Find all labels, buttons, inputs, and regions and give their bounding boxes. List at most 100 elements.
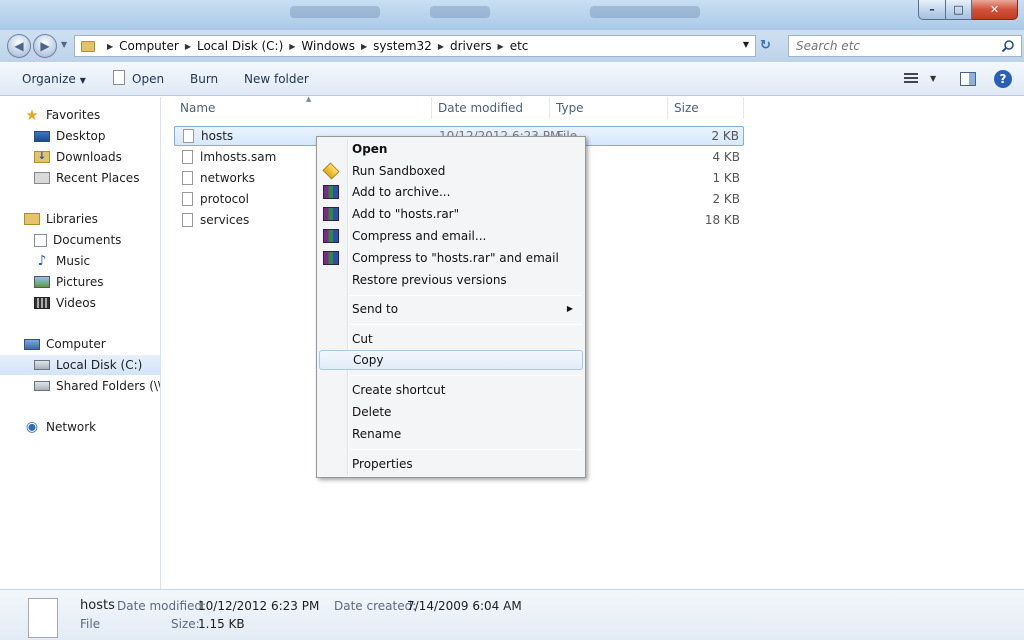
search-input[interactable] <box>796 39 986 53</box>
open-button[interactable]: Open <box>132 72 164 86</box>
file-name: networks <box>200 171 255 185</box>
nav-computer[interactable]: Computer <box>0 334 160 354</box>
chevron-right-icon[interactable]: ▶ <box>185 42 191 51</box>
address-dropdown-icon[interactable]: ▼ <box>743 40 749 49</box>
details-size-label: Size: <box>171 617 200 631</box>
menu-item-delete[interactable]: Delete <box>319 402 583 422</box>
search-box[interactable] <box>788 35 1022 57</box>
open-file-icon <box>113 70 125 85</box>
details-date-created: 7/14/2009 6:04 AM <box>407 599 522 613</box>
nav-local-disk[interactable]: Local Disk (C:) <box>0 355 160 375</box>
window-controls: – □ ✕ <box>918 0 1018 20</box>
nav-label: Desktop <box>56 129 106 143</box>
nav-shared-folders[interactable]: Shared Folders (\\vn <box>0 376 160 396</box>
chevron-right-icon[interactable]: ▶ <box>289 42 295 51</box>
breadcrumb-local-disk[interactable]: Local Disk (C:) <box>197 39 283 53</box>
details-file-type: File <box>80 617 101 631</box>
chevron-down-icon: ▼ <box>79 76 86 85</box>
change-view-button[interactable]: ▼ <box>904 73 936 83</box>
nav-label: Favorites <box>46 108 101 122</box>
nav-music[interactable]: ♪ Music <box>0 251 160 271</box>
winrar-icon <box>323 251 339 265</box>
menu-separator <box>350 449 582 450</box>
nav-recent-places[interactable]: Recent Places <box>0 168 160 188</box>
chevron-right-icon[interactable]: ▶ <box>438 42 444 51</box>
new-folder-button[interactable]: New folder <box>244 72 309 86</box>
nav-libraries[interactable]: Libraries <box>0 209 160 229</box>
column-header-type[interactable]: Type <box>550 97 668 119</box>
file-list: Name ▲ Date modified Type Size hosts 10/… <box>162 95 1024 589</box>
nav-favorites[interactable]: ★ Favorites <box>0 105 160 125</box>
desktop-icon <box>34 130 50 142</box>
menu-item-add-to-rar[interactable]: Add to "hosts.rar" <box>319 204 583 224</box>
menu-item-properties[interactable]: Properties <box>319 454 583 474</box>
menu-label: Properties <box>352 457 413 471</box>
nav-label: Computer <box>46 337 106 351</box>
chevron-right-icon[interactable]: ▶ <box>361 42 367 51</box>
help-icon[interactable]: ? <box>994 70 1012 88</box>
file-name: services <box>200 213 250 227</box>
menu-item-run-sandboxed[interactable]: Run Sandboxed <box>319 161 583 181</box>
sandbox-icon <box>322 162 340 180</box>
nav-label: Shared Folders (\\vn <box>56 379 160 393</box>
command-bar: Organize ▼ Open Burn New folder ▼ ? <box>0 62 1024 96</box>
file-size: 4 KB <box>712 150 740 164</box>
menu-item-add-to-archive[interactable]: Add to archive... <box>319 182 583 202</box>
breadcrumb-computer[interactable]: Computer <box>119 39 179 53</box>
search-icon[interactable] <box>1001 39 1015 53</box>
recent-pages-dropdown[interactable]: ▼ <box>61 40 67 49</box>
minimize-button[interactable]: – <box>918 0 946 20</box>
column-header-date-modified[interactable]: Date modified <box>432 97 550 119</box>
film-strip-icon <box>34 297 50 309</box>
folder-icon <box>81 40 95 52</box>
menu-label: Create shortcut <box>352 383 446 397</box>
breadcrumb-drivers[interactable]: drivers <box>450 39 492 53</box>
refresh-icon[interactable]: ↻ <box>760 38 778 54</box>
menu-item-cut[interactable]: Cut <box>319 329 583 349</box>
chevron-right-icon[interactable]: ▶ <box>107 42 113 51</box>
burn-button[interactable]: Burn <box>190 72 218 86</box>
nav-videos[interactable]: Videos <box>0 293 160 313</box>
column-header-name[interactable]: Name ▲ <box>174 95 432 119</box>
menu-item-send-to[interactable]: Send to ▶ <box>319 299 583 319</box>
breadcrumb-windows[interactable]: Windows <box>301 39 355 53</box>
close-icon: ✕ <box>989 3 1000 16</box>
column-label: Date modified <box>438 101 524 115</box>
nav-downloads[interactable]: Downloads <box>0 147 160 167</box>
nav-label: Local Disk (C:) <box>56 358 143 372</box>
menu-item-open[interactable]: Open <box>319 139 583 159</box>
breadcrumb-etc[interactable]: etc <box>510 39 529 53</box>
details-date-modified: 10/12/2012 6:23 PM <box>198 599 320 613</box>
hard-disk-icon <box>34 360 50 370</box>
menu-item-rename[interactable]: Rename <box>319 424 583 444</box>
nav-pictures[interactable]: Pictures <box>0 272 160 292</box>
menu-label: Restore previous versions <box>352 273 507 287</box>
menu-label: Run Sandboxed <box>352 164 446 178</box>
file-name: protocol <box>200 192 249 206</box>
details-size: 1.15 KB <box>198 617 245 631</box>
file-icon <box>182 213 193 227</box>
breadcrumb-system32[interactable]: system32 <box>373 39 432 53</box>
forward-button[interactable]: ▶ <box>33 34 57 58</box>
nav-documents[interactable]: Documents <box>0 230 160 250</box>
menu-label: Rename <box>352 427 402 441</box>
address-bar[interactable]: ▶ Computer ▶ Local Disk (C:) ▶ Windows ▶… <box>74 35 756 57</box>
menu-item-restore-previous[interactable]: Restore previous versions <box>319 270 583 290</box>
menu-item-compress-rar-email[interactable]: Compress to "hosts.rar" and email <box>319 248 583 268</box>
maximize-button[interactable]: □ <box>946 0 972 20</box>
chevron-down-icon: ▼ <box>930 73 937 83</box>
submenu-arrow-icon: ▶ <box>566 304 573 313</box>
organize-button[interactable]: Organize ▼ <box>22 72 86 86</box>
column-header-size[interactable]: Size <box>668 97 744 119</box>
nav-network[interactable]: ◉ Network <box>0 417 160 437</box>
menu-item-create-shortcut[interactable]: Create shortcut <box>319 380 583 400</box>
nav-desktop[interactable]: Desktop <box>0 126 160 146</box>
menu-label: Compress and email... <box>352 229 487 243</box>
close-button[interactable]: ✕ <box>972 0 1018 20</box>
preview-pane-icon[interactable] <box>960 72 976 86</box>
menu-item-copy[interactable]: Copy <box>319 350 583 370</box>
chevron-right-icon[interactable]: ▶ <box>498 42 504 51</box>
menu-item-compress-email[interactable]: Compress and email... <box>319 226 583 246</box>
file-icon <box>182 150 193 164</box>
back-button[interactable]: ◀ <box>7 34 31 58</box>
